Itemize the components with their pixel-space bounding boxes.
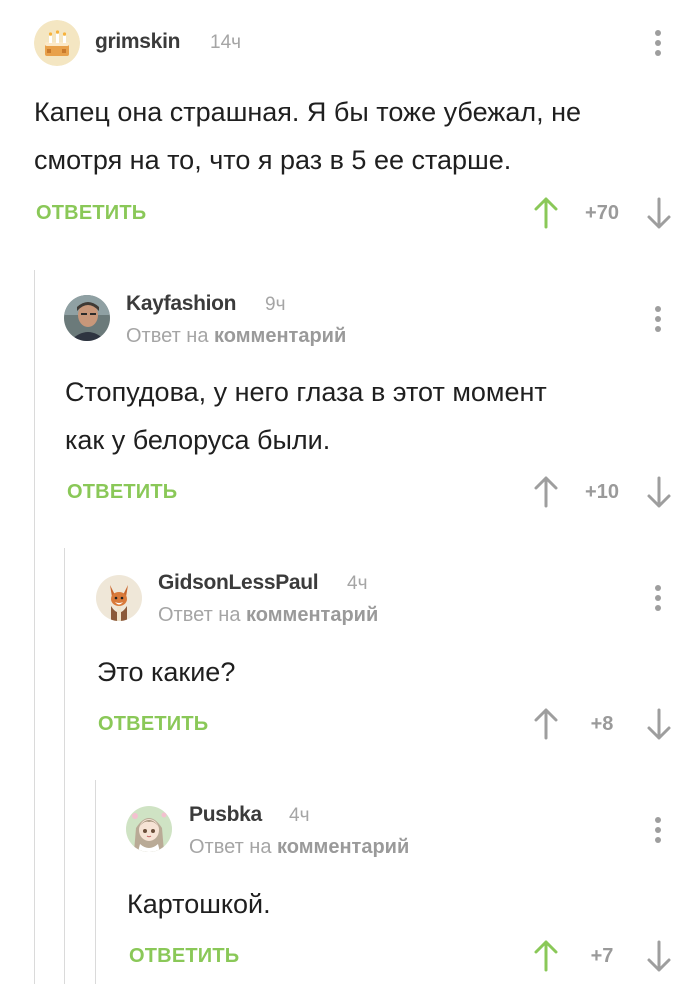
avatar[interactable] bbox=[34, 20, 80, 66]
timestamp: 9ч bbox=[265, 294, 286, 315]
reply-to-link[interactable]: комментарий bbox=[246, 604, 378, 626]
comment-line: Капец она страшная. Я бы тоже убежал, не bbox=[34, 97, 582, 127]
arrow-up-icon[interactable] bbox=[533, 707, 559, 741]
man-photo-icon bbox=[64, 295, 110, 341]
comment-text: Картошкой. bbox=[127, 880, 271, 928]
reply-to-link[interactable]: комментарий bbox=[277, 836, 409, 858]
comment-line: смотря на то, что я раз в 5 ее старше. bbox=[34, 145, 512, 175]
arrow-up-icon[interactable] bbox=[533, 475, 559, 509]
fox-drawing-icon bbox=[96, 575, 142, 621]
reply-to-prefix: Ответ на bbox=[158, 604, 241, 626]
reply-to: Ответ на комментарий bbox=[158, 604, 378, 627]
reply-button[interactable]: ОТВЕТИТЬ bbox=[36, 202, 146, 225]
thread-line bbox=[95, 780, 96, 984]
timestamp: 4ч bbox=[347, 573, 368, 594]
comment-text: Стопудова, у него глаза в этот момент ка… bbox=[65, 368, 547, 464]
username[interactable]: Pusbka bbox=[189, 803, 262, 827]
comment-line: как у белоруса были. bbox=[65, 425, 331, 455]
more-vertical-icon[interactable] bbox=[648, 302, 668, 336]
comment-line: Стопудова, у него глаза в этот момент bbox=[65, 377, 547, 407]
reply-button[interactable]: ОТВЕТИТЬ bbox=[98, 713, 208, 736]
timestamp: 4ч bbox=[289, 805, 310, 826]
comment-text: Капец она страшная. Я бы тоже убежал, не… bbox=[34, 88, 581, 184]
reply-button[interactable]: ОТВЕТИТЬ bbox=[67, 481, 177, 504]
arrow-down-icon[interactable] bbox=[646, 475, 672, 509]
thread-line bbox=[64, 548, 65, 984]
arrow-up-icon[interactable] bbox=[533, 939, 559, 973]
reply-to: Ответ на комментарий bbox=[126, 325, 346, 348]
reply-button[interactable]: ОТВЕТИТЬ bbox=[129, 945, 239, 968]
avatar[interactable] bbox=[64, 295, 110, 341]
rating: +7 bbox=[590, 945, 614, 967]
cake-icon bbox=[34, 20, 80, 66]
reply-to-prefix: Ответ на bbox=[189, 836, 272, 858]
comment-line: Это какие? bbox=[97, 657, 236, 687]
comment-line: Картошкой. bbox=[127, 889, 271, 919]
anime-girl-icon bbox=[126, 806, 172, 852]
arrow-up-icon[interactable] bbox=[533, 196, 559, 230]
username[interactable]: Kayfashion bbox=[126, 292, 237, 316]
comment-text: Это какие? bbox=[97, 648, 235, 696]
avatar[interactable] bbox=[126, 806, 172, 852]
reply-to-link[interactable]: комментарий bbox=[214, 325, 346, 347]
arrow-down-icon[interactable] bbox=[646, 196, 672, 230]
timestamp: 14ч bbox=[210, 32, 242, 53]
arrow-down-icon[interactable] bbox=[646, 939, 672, 973]
more-vertical-icon[interactable] bbox=[648, 26, 668, 60]
arrow-down-icon[interactable] bbox=[646, 707, 672, 741]
reply-to-prefix: Ответ на bbox=[126, 325, 209, 347]
rating: +8 bbox=[590, 713, 614, 735]
reply-to: Ответ на комментарий bbox=[189, 836, 409, 859]
rating: +10 bbox=[585, 481, 619, 503]
more-vertical-icon[interactable] bbox=[648, 813, 668, 847]
rating: +70 bbox=[585, 202, 619, 224]
username[interactable]: grimskin bbox=[95, 30, 180, 54]
thread-line bbox=[34, 270, 35, 984]
username[interactable]: GidsonLessPaul bbox=[158, 571, 319, 595]
avatar[interactable] bbox=[96, 575, 142, 621]
more-vertical-icon[interactable] bbox=[648, 581, 668, 615]
